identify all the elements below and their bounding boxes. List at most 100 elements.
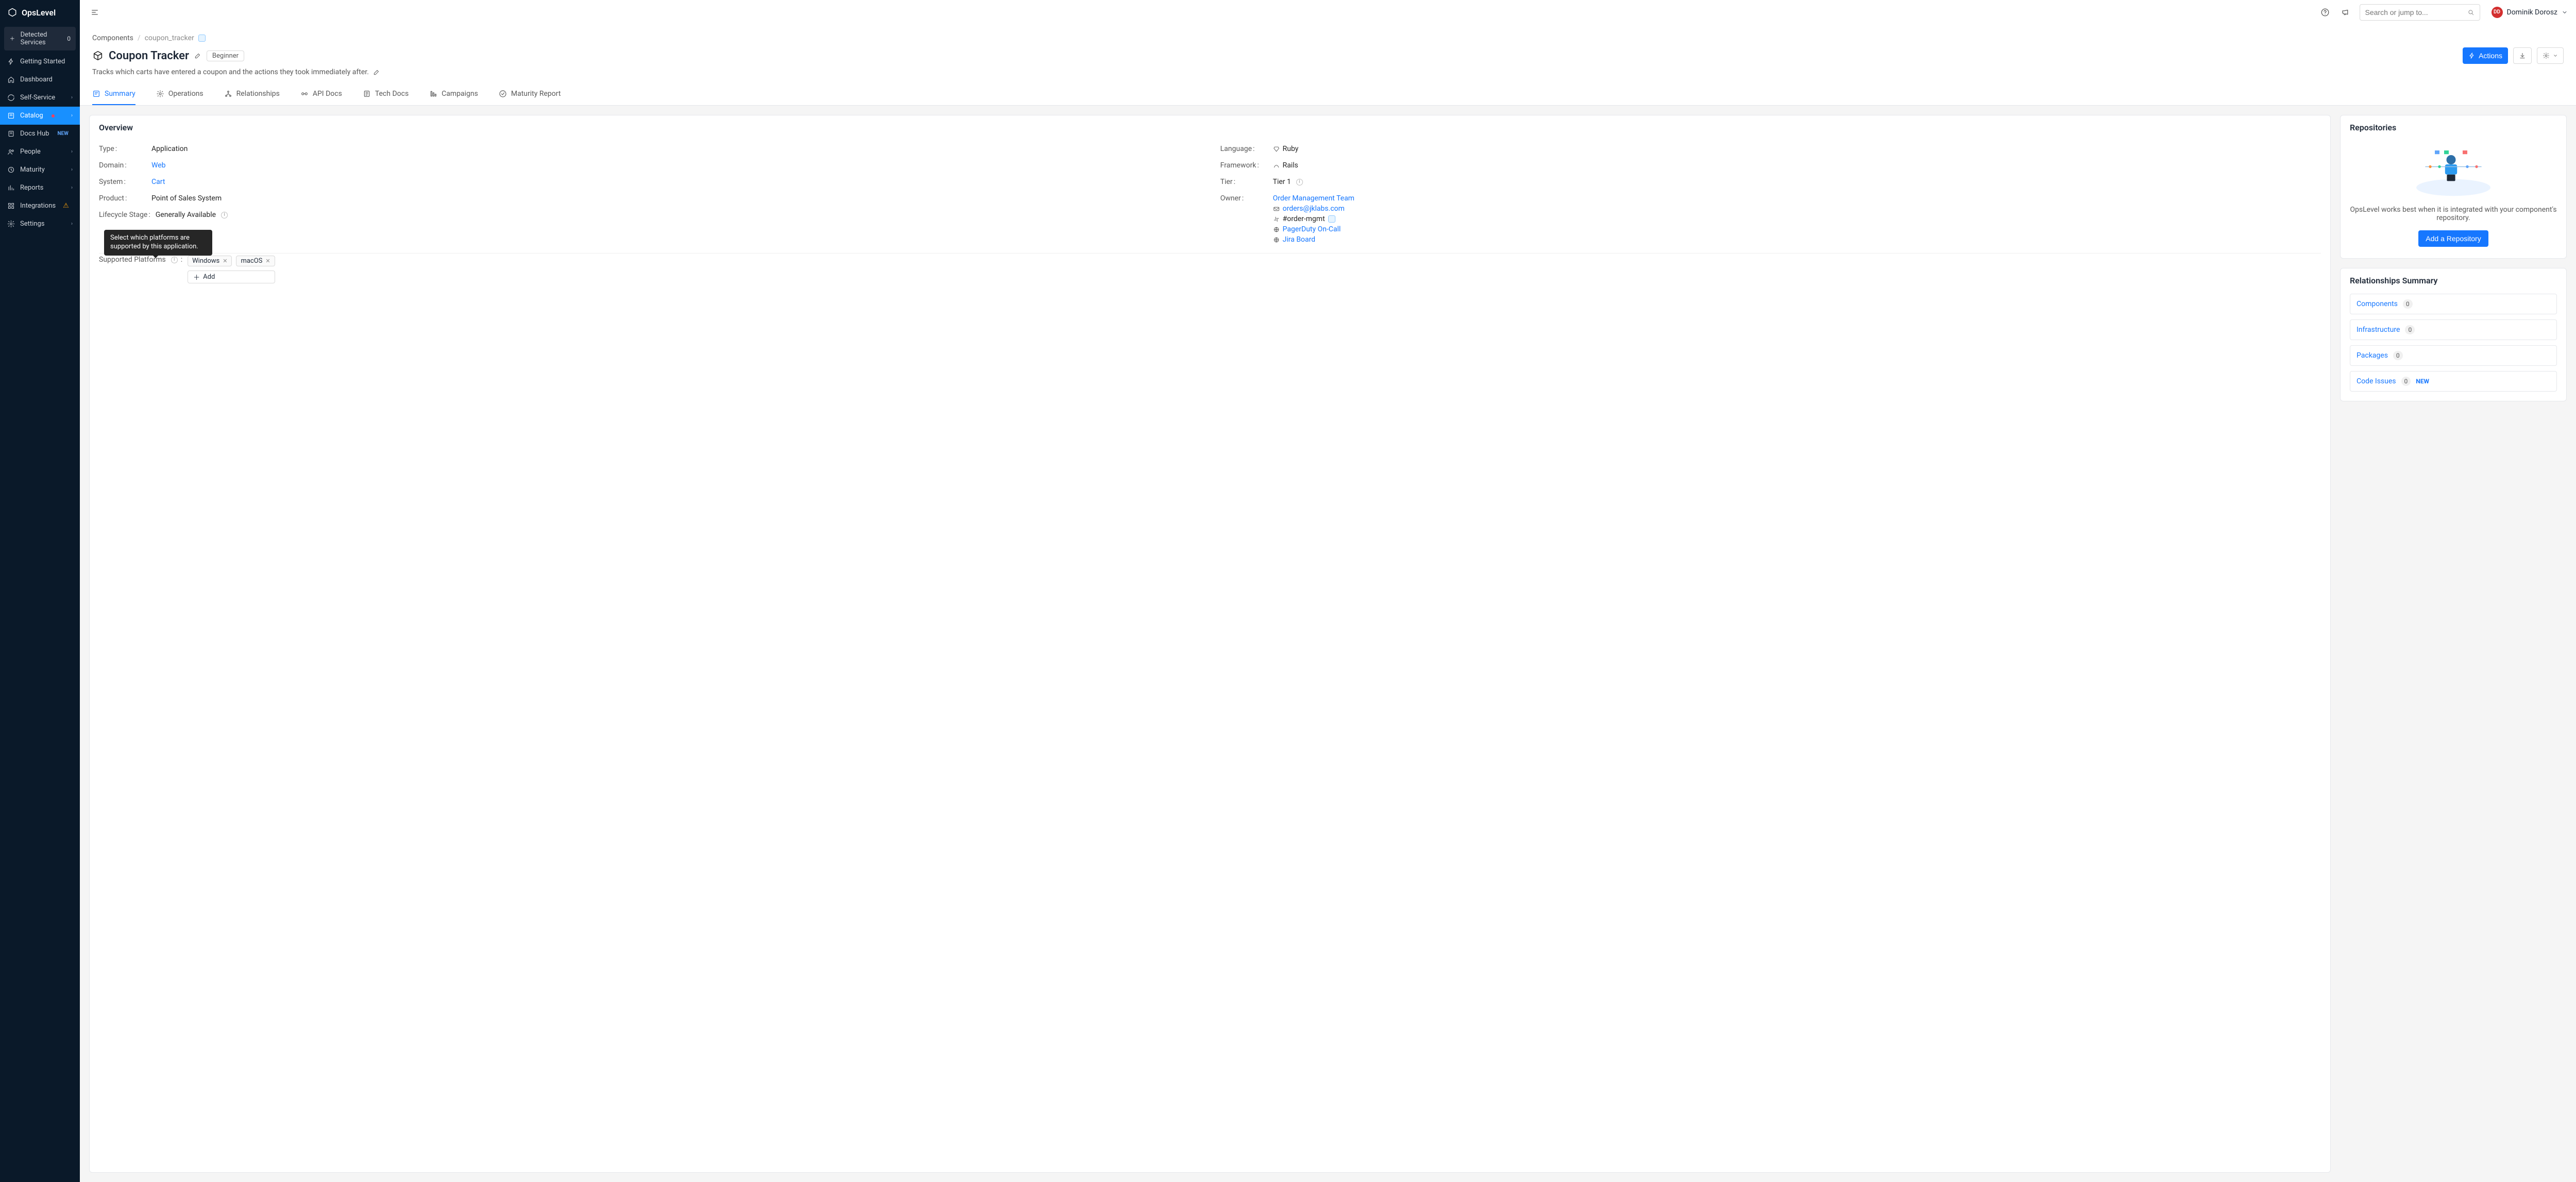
language-value: Ruby	[1283, 145, 1299, 153]
search-field[interactable]	[2365, 8, 2467, 16]
owner-jira-link[interactable]: Jira Board	[1283, 235, 1316, 244]
relationship-row-code-issues[interactable]: Code Issues 0 NEW	[2350, 371, 2557, 392]
edit-description-button[interactable]	[373, 69, 380, 76]
chip-label: Windows	[192, 257, 219, 265]
relationship-link[interactable]: Infrastructure	[2357, 326, 2400, 334]
remove-chip-button[interactable]: ✕	[265, 258, 270, 264]
export-button[interactable]	[2513, 47, 2532, 64]
grid-icon	[7, 202, 15, 210]
chevron-right-icon: ›	[71, 95, 73, 100]
tab-label: Operations	[168, 90, 204, 98]
announcements-icon[interactable]	[2339, 6, 2352, 19]
system-link[interactable]: Cart	[151, 178, 165, 186]
search-input[interactable]	[2360, 4, 2480, 21]
download-icon	[2519, 52, 2526, 59]
clock-icon	[7, 166, 15, 174]
info-icon[interactable]: i	[221, 212, 228, 218]
count-badge: 0	[2405, 325, 2415, 334]
add-platform-button[interactable]: ＋Add	[188, 271, 275, 283]
tab-maturity-report[interactable]: Maturity Report	[499, 83, 561, 105]
description-row: Tracks which carts have entered a coupon…	[80, 68, 2576, 83]
copy-id-icon[interactable]	[198, 35, 206, 42]
count-badge: 0	[2403, 299, 2413, 309]
relationship-link[interactable]: Components	[2357, 300, 2398, 308]
supported-platforms-row: Select which platforms are supported by …	[99, 256, 2321, 283]
maturity-level-badge: Beginner	[207, 50, 244, 61]
add-repository-button[interactable]: Add a Repository	[2418, 230, 2488, 247]
tab-api-docs[interactable]: API Docs	[300, 83, 342, 105]
owner-team-link[interactable]: Order Management Team	[1273, 194, 1354, 202]
sidebar-item-detected-services[interactable]: Detected Services 0	[4, 27, 76, 50]
logo-icon	[7, 7, 18, 18]
domain-link[interactable]: Web	[151, 161, 166, 170]
chevron-right-icon: ›	[71, 113, 73, 119]
sidebar-item-label: Settings	[20, 220, 44, 228]
sidebar-item-integrations[interactable]: Integrations ⚠	[0, 197, 80, 215]
count-badge: 0	[2401, 377, 2411, 386]
tab-tech-docs[interactable]: Tech Docs	[363, 83, 409, 105]
gear-icon	[7, 220, 15, 228]
tab-label: Summary	[105, 90, 135, 98]
breadcrumb-root[interactable]: Components	[92, 34, 133, 42]
relationships-summary-card: Relationships Summary Components 0 Infra…	[2340, 268, 2567, 401]
collapse-sidebar-button[interactable]	[88, 6, 101, 19]
edit-title-button[interactable]	[194, 52, 201, 59]
summary-icon	[92, 90, 100, 98]
settings-menu-button[interactable]	[2537, 47, 2564, 64]
chevron-right-icon: ›	[71, 221, 73, 227]
copy-slack-icon[interactable]	[1328, 215, 1335, 223]
tab-campaigns[interactable]: Campaigns	[429, 83, 478, 105]
content: Components / coupon_tracker Coupon Track…	[80, 25, 2576, 1182]
help-icon[interactable]	[2318, 6, 2332, 19]
sidebar-item-getting-started[interactable]: Getting Started	[0, 53, 80, 71]
bolt-icon	[7, 58, 15, 65]
tab-relationships[interactable]: Relationships	[224, 83, 280, 105]
people-icon	[7, 148, 15, 156]
logo[interactable]: OpsLevel	[0, 0, 80, 25]
owner-pagerduty-link[interactable]: PagerDuty On-Call	[1283, 225, 1341, 233]
globe-icon	[1273, 237, 1280, 243]
sidebar-item-people[interactable]: People ›	[0, 143, 80, 161]
refresh-icon	[7, 94, 15, 102]
campaigns-icon	[429, 90, 437, 98]
breadcrumb-separator: /	[138, 34, 141, 42]
user-menu[interactable]: DD Dominik Dorosz	[2492, 7, 2568, 18]
sidebar-item-dashboard[interactable]: Dashboard	[0, 71, 80, 89]
sidebar-item-label: Reports	[20, 184, 43, 192]
sidebar-item-reports[interactable]: Reports ›	[0, 179, 80, 197]
sidebar: OpsLevel Detected Services 0 Getting Sta…	[0, 0, 80, 1182]
remove-chip-button[interactable]: ✕	[223, 258, 227, 264]
main: DD Dominik Dorosz Components / coupon_tr…	[80, 0, 2576, 1182]
actions-button[interactable]: Actions	[2463, 47, 2508, 64]
sidebar-item-maturity[interactable]: Maturity ›	[0, 161, 80, 179]
breadcrumb: Components / coupon_tracker	[80, 25, 2576, 47]
sidebar-item-settings[interactable]: Settings ›	[0, 215, 80, 233]
relationships-icon	[224, 90, 232, 98]
sidebar-item-label: People	[20, 148, 41, 156]
sidebar-item-catalog[interactable]: Catalog ›	[0, 107, 80, 125]
sidebar-item-self-service[interactable]: Self-Service ›	[0, 89, 80, 107]
relationship-row-infrastructure[interactable]: Infrastructure 0	[2350, 319, 2557, 340]
tab-label: Campaigns	[442, 90, 478, 98]
api-icon	[300, 90, 309, 98]
chip-label: macOS	[241, 257, 262, 265]
overview-heading: Overview	[90, 115, 2330, 137]
sidebar-item-docs-hub[interactable]: Docs Hub NEW	[0, 125, 80, 143]
owner-email-link[interactable]: orders@jklabs.com	[1283, 205, 1345, 213]
tab-summary[interactable]: Summary	[92, 83, 135, 105]
platform-chips: Windows✕ macOS✕	[188, 256, 275, 266]
bolt-icon	[2468, 52, 2476, 59]
sidebar-item-label: Dashboard	[20, 76, 53, 83]
info-icon[interactable]: i	[1296, 179, 1303, 185]
relationship-row-components[interactable]: Components 0	[2350, 294, 2557, 314]
breadcrumb-current: coupon_tracker	[145, 34, 194, 42]
relationship-row-packages[interactable]: Packages 0	[2350, 345, 2557, 366]
plus-icon: ＋	[193, 272, 200, 282]
info-icon[interactable]: i	[171, 257, 178, 263]
sidebar-items: Detected Services 0 Getting Started Dash…	[0, 25, 80, 233]
tab-operations[interactable]: Operations	[156, 83, 204, 105]
relationship-link[interactable]: Code Issues	[2357, 377, 2396, 385]
sidebar-item-label: Getting Started	[20, 58, 65, 65]
tier-label: Tier	[1221, 178, 1268, 186]
relationship-link[interactable]: Packages	[2357, 351, 2388, 360]
